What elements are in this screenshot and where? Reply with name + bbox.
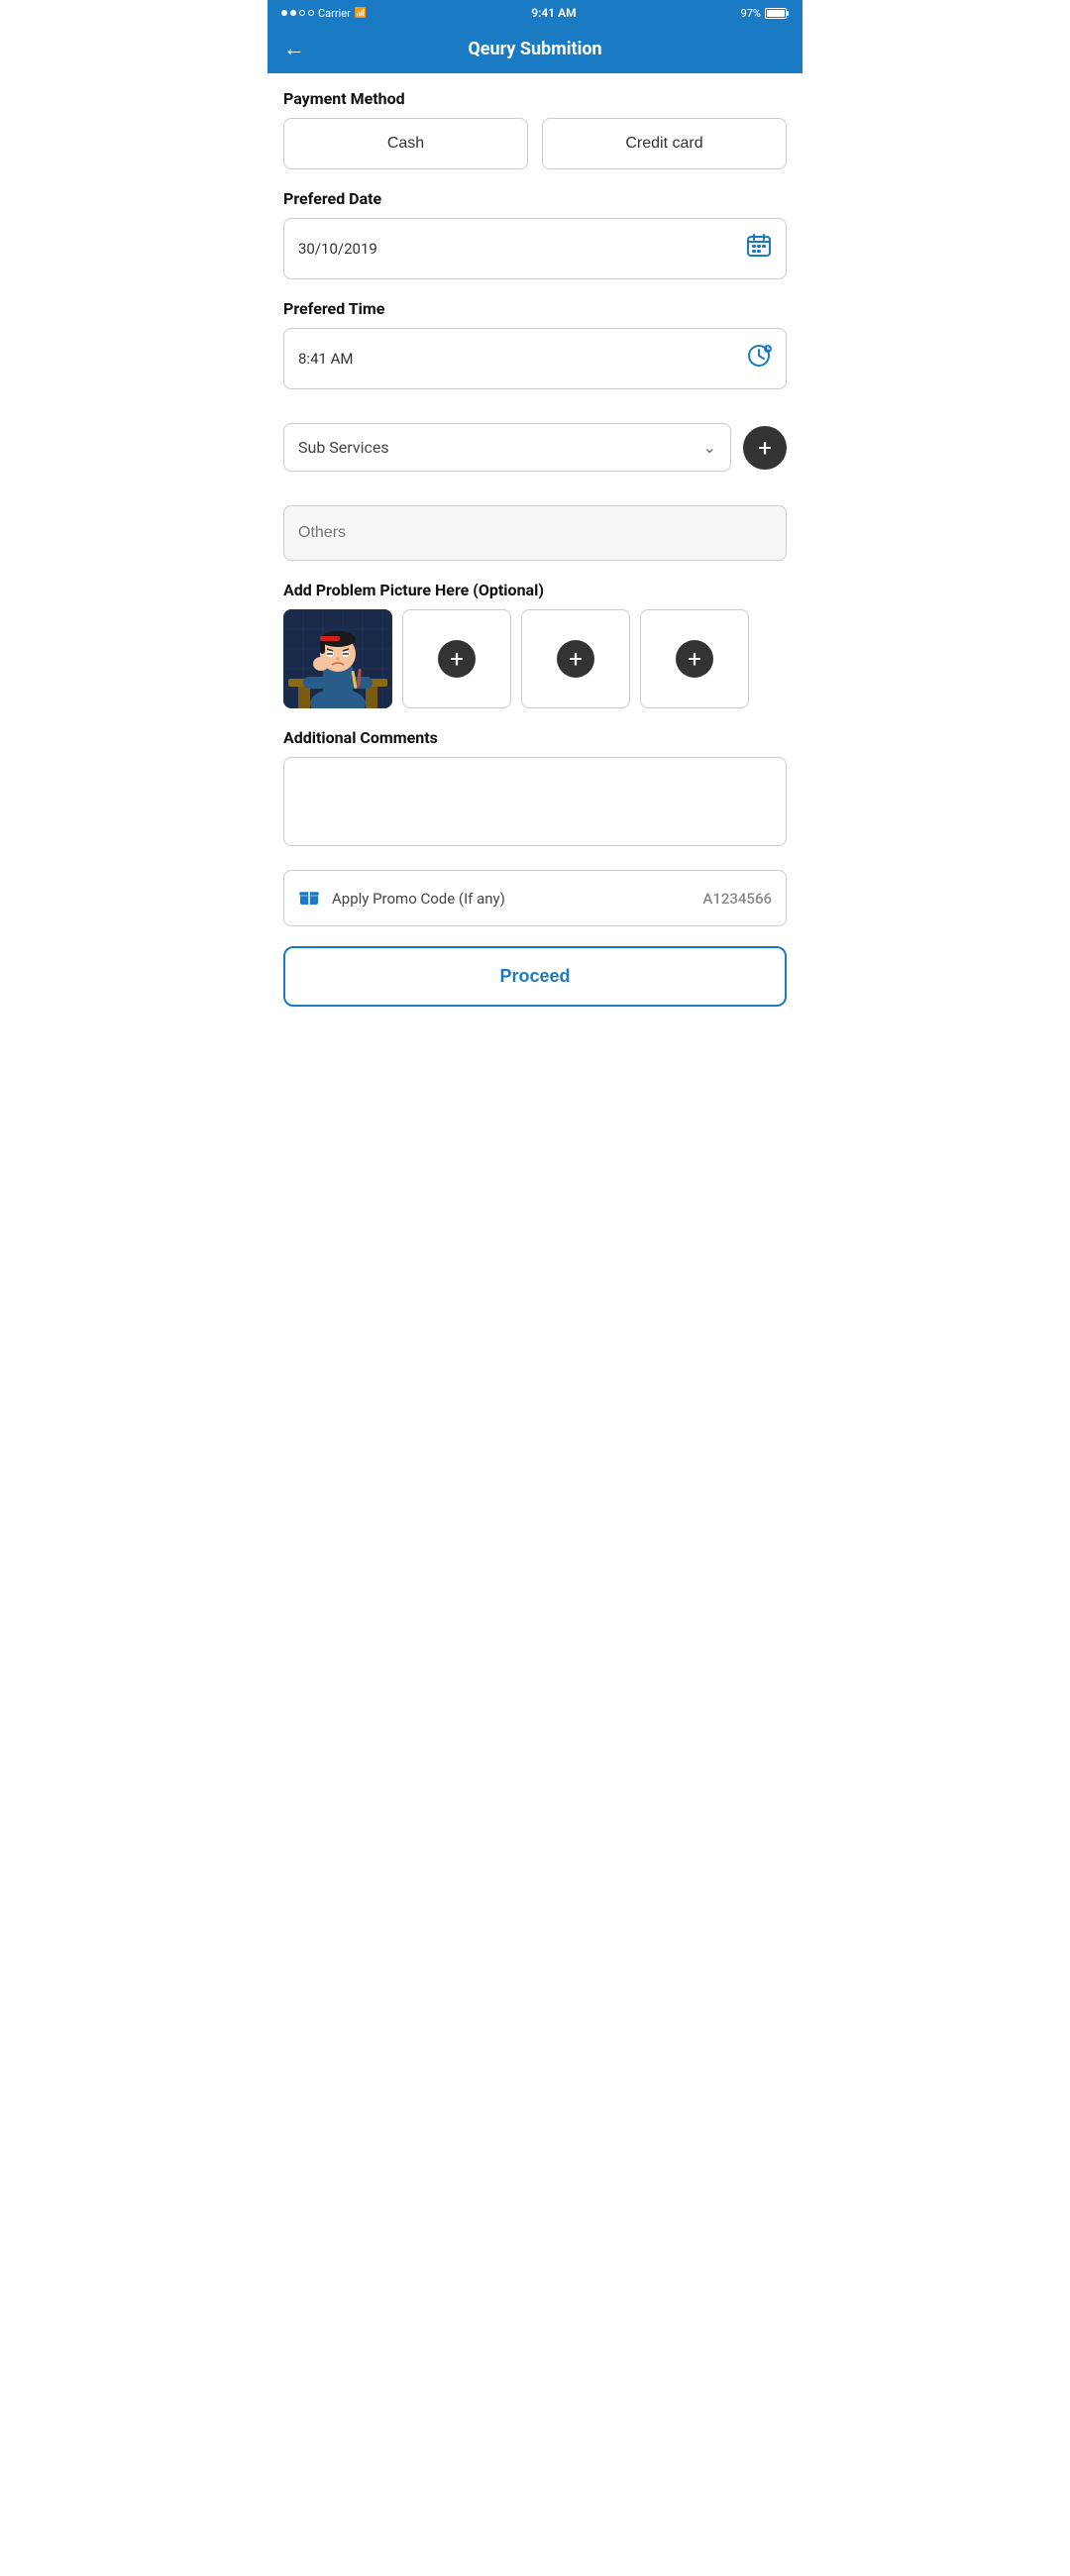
status-left: Carrier 📶 [281,7,367,20]
sub-services-add-button[interactable]: + [743,426,787,470]
battery-icon [765,8,789,19]
credit-card-button[interactable]: Credit card [542,118,787,169]
date-input-row[interactable]: 30/10/2019 [283,218,787,279]
battery-percent: 97% [741,7,761,20]
back-button[interactable]: ← [283,36,305,61]
promo-label: Apply Promo Code (If any) [332,890,691,908]
status-time: 9:41 AM [531,6,576,20]
dot-3 [299,10,305,16]
main-content: Payment Method Cash Credit card Prefered… [268,73,802,1052]
dot-2 [290,10,296,16]
dot-4 [308,10,314,16]
picture-slot-2[interactable]: + [402,609,511,708]
others-input[interactable] [283,505,787,561]
others-section [283,505,787,561]
add-picture-icon-4[interactable]: + [676,640,713,678]
date-value: 30/10/2019 [298,240,746,258]
promo-code-section: Apply Promo Code (If any) A1234566 [283,870,787,926]
calendar-icon[interactable] [746,233,772,265]
time-input-row[interactable]: 8:41 AM [283,328,787,389]
clock-icon[interactable] [746,343,772,375]
payment-method-label: Payment Method [283,89,787,108]
promo-code-value: A1234566 [702,890,772,908]
sub-services-label: Sub Services [298,438,703,457]
signal-dots [281,10,314,16]
comments-textarea[interactable] [283,757,787,846]
picture-slot-4[interactable]: + [640,609,749,708]
proceed-button[interactable]: Proceed [283,946,787,1007]
gift-icon [298,885,320,912]
dot-1 [281,10,287,16]
additional-comments-label: Additional Comments [283,728,787,747]
picture-slot-3[interactable]: + [521,609,630,708]
add-picture-icon-3[interactable]: + [557,640,594,678]
prefered-date-section: Prefered Date 30/10/2019 [283,189,787,279]
pictures-row: + + + [283,609,787,708]
prefered-date-label: Prefered Date [283,189,787,208]
promo-row[interactable]: Apply Promo Code (If any) A1234566 [283,870,787,926]
cash-button[interactable]: Cash [283,118,528,169]
additional-comments-section: Additional Comments [283,728,787,850]
carrier-label: Carrier [318,7,351,20]
prefered-time-section: Prefered Time 8:41 AM [283,299,787,389]
time-value: 8:41 AM [298,350,746,368]
sub-services-section: Sub Services ⌄ + [283,423,787,472]
status-bar: Carrier 📶 9:41 AM 97% [268,0,802,24]
picture-slot-1[interactable] [283,609,392,708]
problem-picture-section: Add Problem Picture Here (Optional) [283,581,787,708]
problem-picture-label: Add Problem Picture Here (Optional) [283,581,787,599]
prefered-time-label: Prefered Time [283,299,787,318]
proceed-section: Proceed [283,946,787,1007]
payment-method-section: Payment Method Cash Credit card [283,89,787,169]
payment-buttons-row: Cash Credit card [283,118,787,169]
add-picture-icon-2[interactable]: + [438,640,476,678]
status-right: 97% [741,7,789,20]
wifi-icon: 📶 [355,8,367,19]
sub-services-dropdown[interactable]: Sub Services ⌄ [283,423,731,472]
app-header: ← Qeury Submition [268,24,802,73]
chevron-down-icon: ⌄ [703,438,716,457]
page-title: Qeury Submition [317,39,753,59]
plus-icon: + [758,434,772,462]
